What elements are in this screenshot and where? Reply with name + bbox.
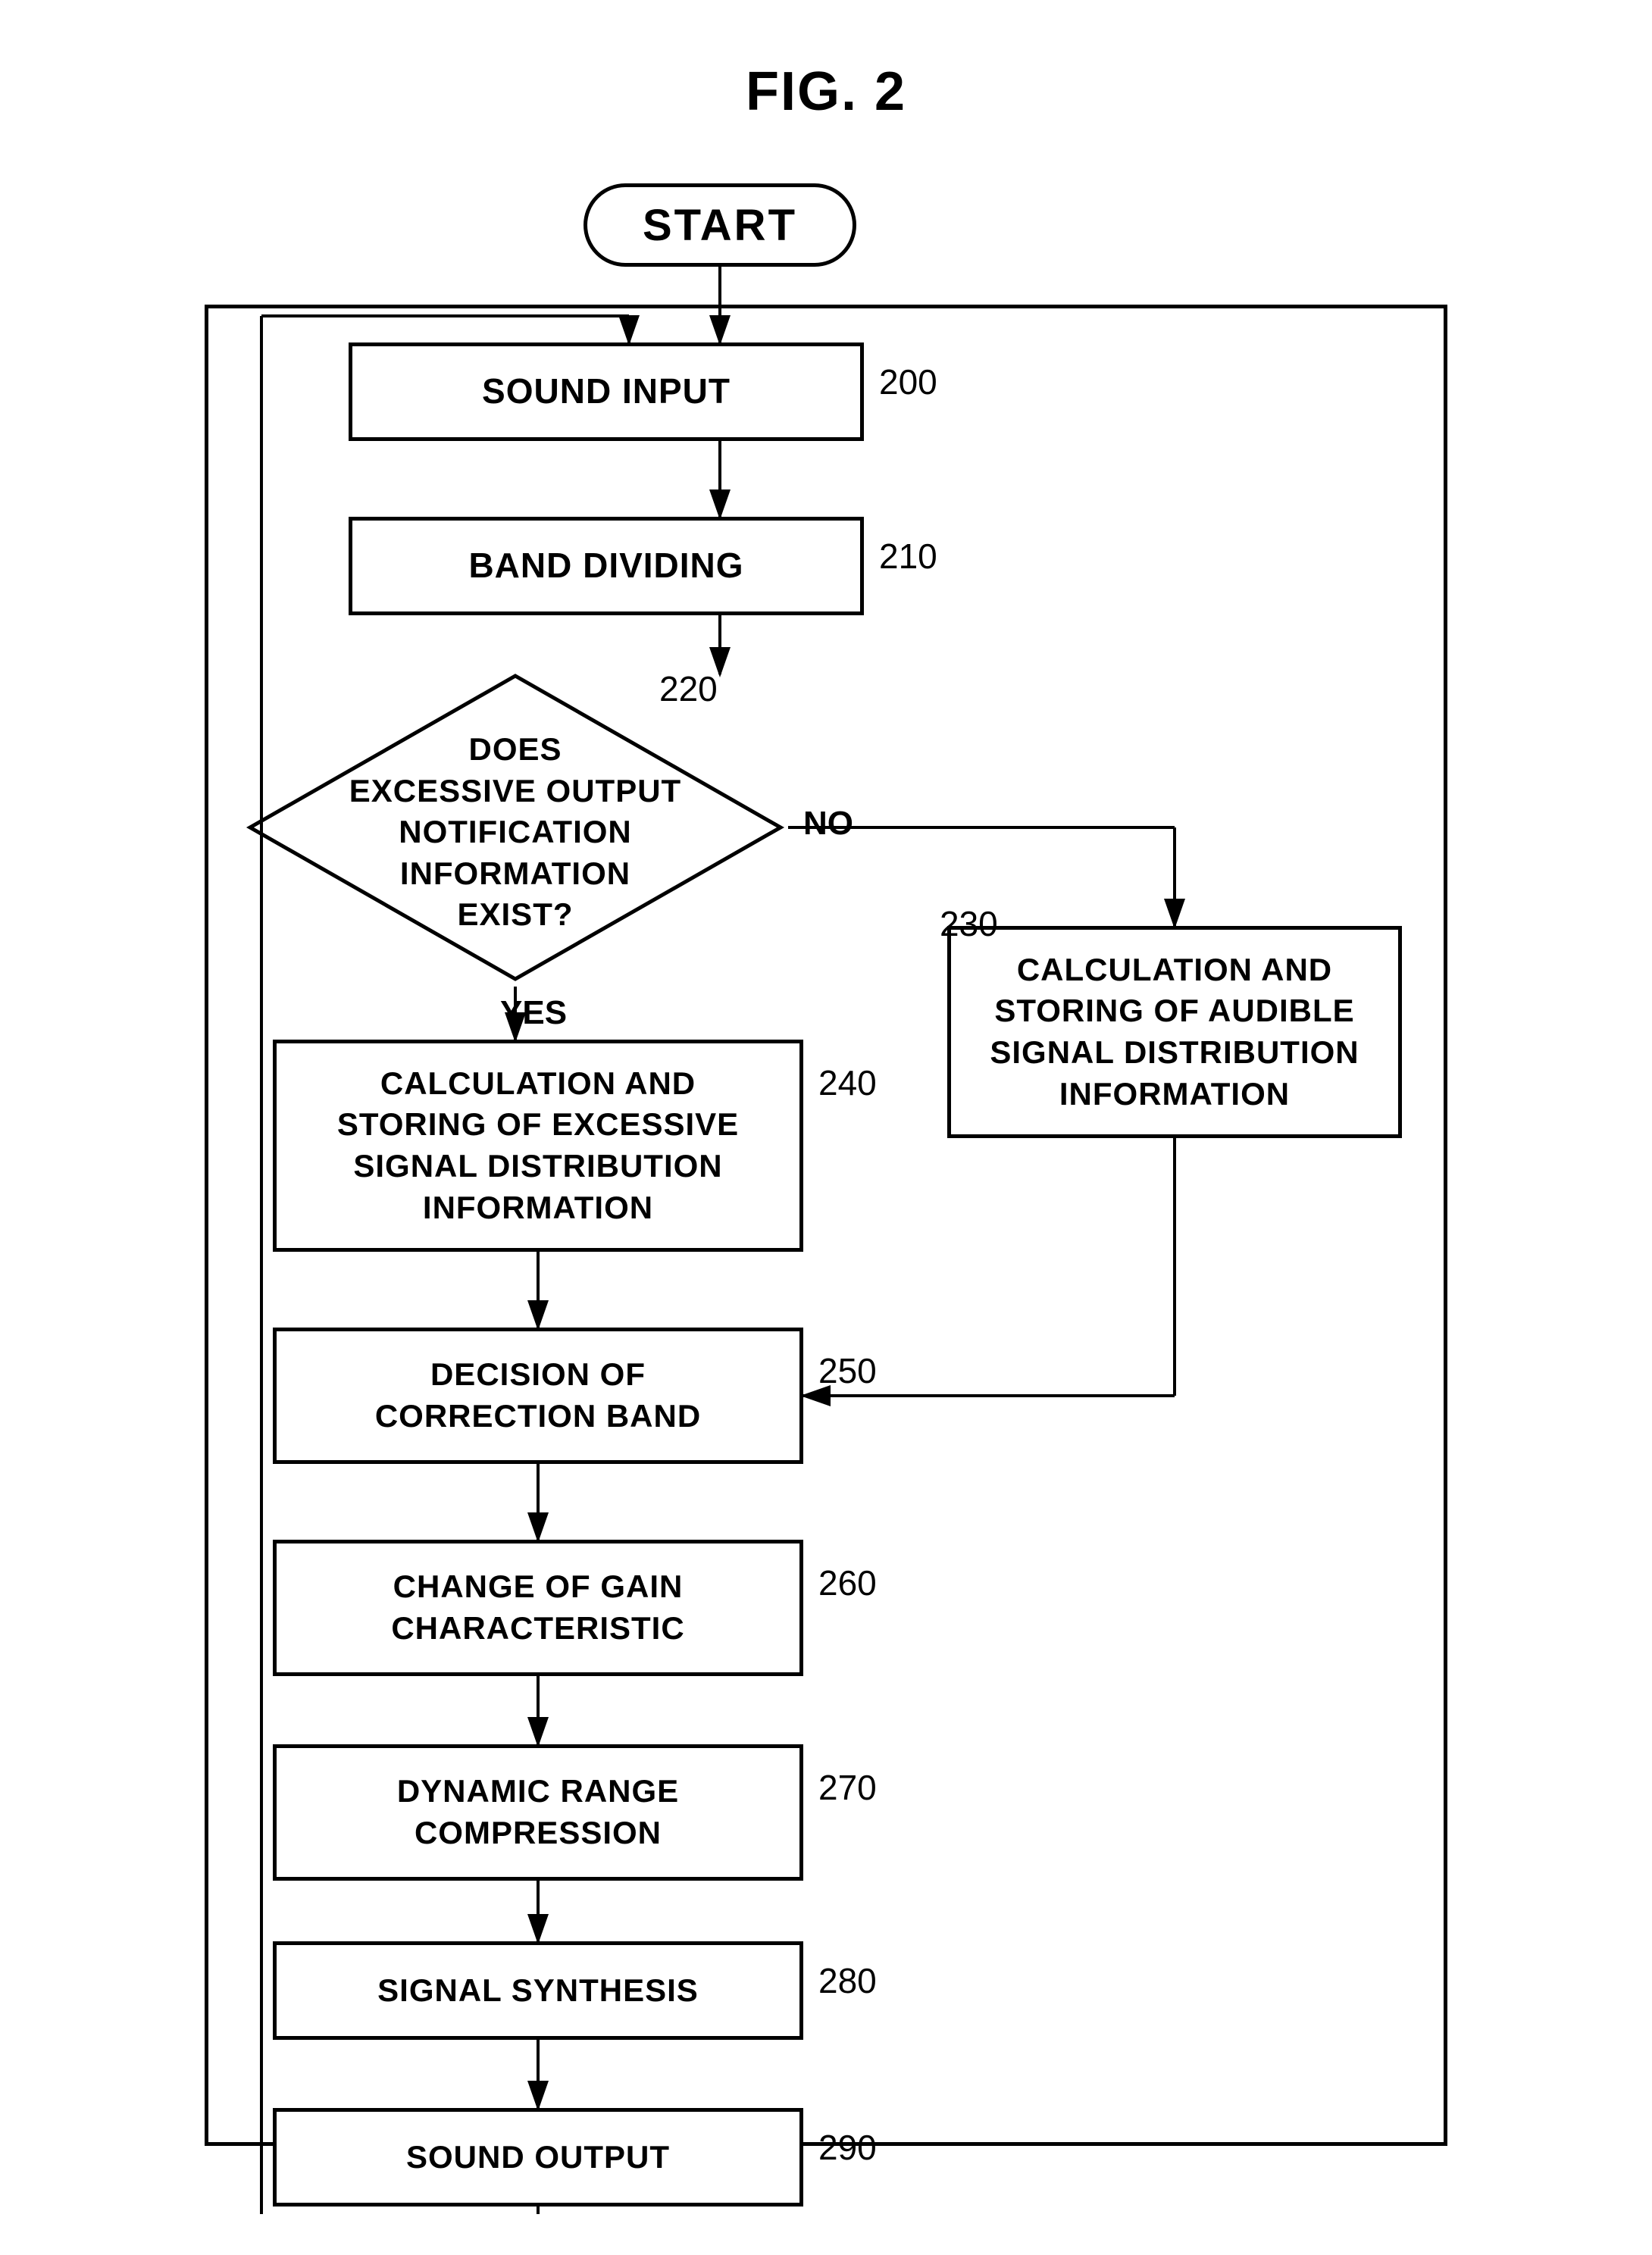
box-sound-input: SOUND INPUT <box>349 342 864 441</box>
box-260-label: CHANGE OF GAINCHARACTERISTIC <box>391 1566 684 1649</box>
box-230: CALCULATION ANDSTORING OF AUDIBLESIGNAL … <box>947 926 1402 1138</box>
step-num-280: 280 <box>818 1960 877 2001</box>
box-290: SOUND OUTPUT <box>273 2108 803 2207</box>
step-num-240: 240 <box>818 1062 877 1103</box>
box-band-dividing-label: BAND DIVIDING <box>468 543 743 589</box>
box-250: DECISION OFCORRECTION BAND <box>273 1328 803 1464</box>
no-label: NO <box>803 805 853 843</box>
box-280: SIGNAL SYNTHESIS <box>273 1941 803 2040</box>
step-num-220: 220 <box>659 668 718 709</box>
box-240: CALCULATION ANDSTORING OF EXCESSIVESIGNA… <box>273 1040 803 1252</box>
box-280-label: SIGNAL SYNTHESIS <box>377 1970 699 2012</box>
box-270-label: DYNAMIC RANGECOMPRESSION <box>397 1771 679 1853</box>
step-num-290: 290 <box>818 2127 877 2168</box>
step-num-210: 210 <box>879 536 937 577</box>
diamond-220: DOESEXCESSIVE OUTPUTNOTIFICATION INFORMA… <box>242 668 788 987</box>
box-260: CHANGE OF GAINCHARACTERISTIC <box>273 1540 803 1676</box>
yes-label: YES <box>500 994 567 1032</box>
page-title: FIG. 2 <box>0 0 1652 168</box>
diamond-220-label: DOESEXCESSIVE OUTPUTNOTIFICATION INFORMA… <box>311 729 720 936</box>
step-num-200: 200 <box>879 361 937 402</box>
box-290-label: SOUND OUTPUT <box>406 2137 670 2178</box>
box-250-label: DECISION OFCORRECTION BAND <box>375 1354 701 1437</box>
step-num-250: 250 <box>818 1350 877 1391</box>
box-band-dividing: BAND DIVIDING <box>349 517 864 615</box>
start-label: START <box>643 200 797 251</box>
step-num-270: 270 <box>818 1767 877 1808</box>
step-num-230: 230 <box>940 903 998 944</box>
box-270: DYNAMIC RANGECOMPRESSION <box>273 1744 803 1881</box>
step-num-260: 260 <box>818 1562 877 1603</box>
start-capsule: START <box>584 183 856 267</box>
diagram-container: START SOUND INPUT 200 BAND DIVIDING 210 … <box>144 168 1508 2214</box>
box-230-label: CALCULATION ANDSTORING OF AUDIBLESIGNAL … <box>990 949 1359 1115</box>
box-240-label: CALCULATION ANDSTORING OF EXCESSIVESIGNA… <box>337 1063 739 1228</box>
box-sound-input-label: SOUND INPUT <box>482 369 731 414</box>
